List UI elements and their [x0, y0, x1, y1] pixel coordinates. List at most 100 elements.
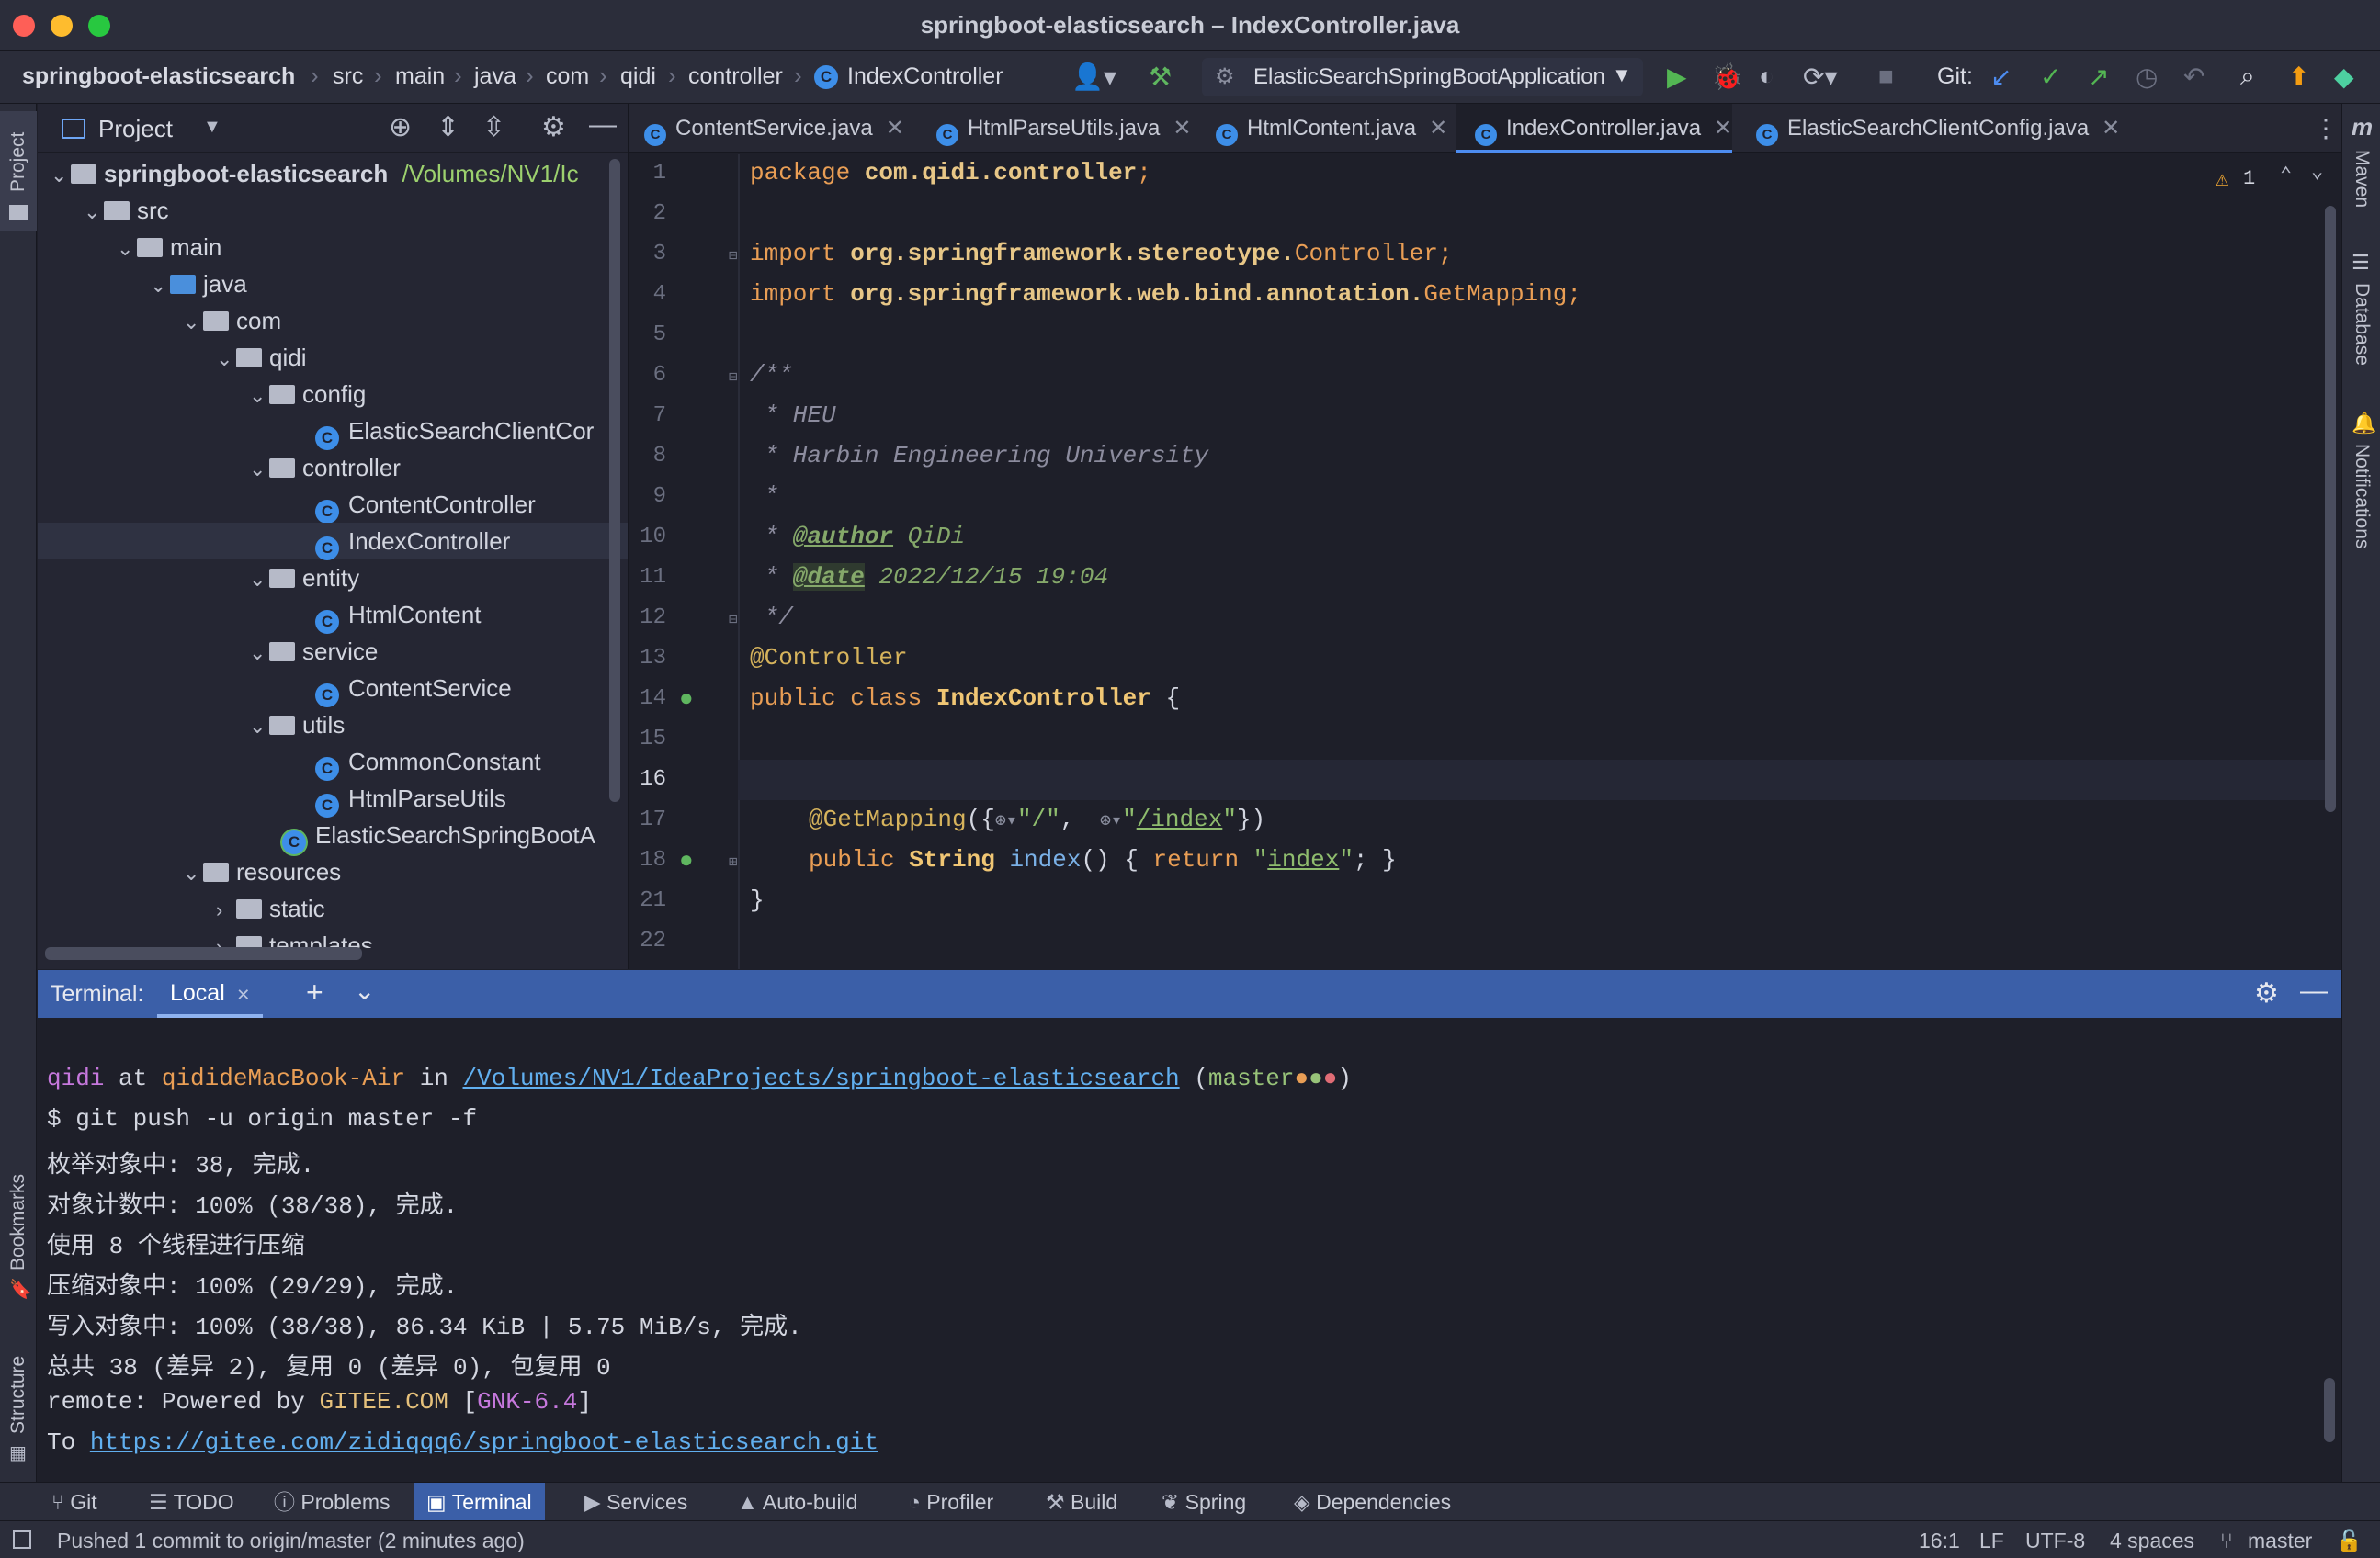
breadcrumb-indexcontroller[interactable]: IndexController — [847, 63, 1003, 90]
git-commit-icon[interactable]: ✓ — [2040, 62, 2061, 92]
line-separator[interactable]: LF — [1979, 1529, 2004, 1553]
tool-dependencies[interactable]: ◈ Dependencies — [1294, 1483, 1451, 1521]
gear-icon[interactable]: ⚙ — [541, 111, 566, 143]
chevron-down-icon[interactable]: ⌄ — [51, 158, 71, 193]
project-vertical-scrollbar[interactable] — [609, 159, 620, 802]
tool-auto-build[interactable]: ▲ Auto-build — [737, 1483, 857, 1521]
tree-item-resources[interactable]: ⌄ resources — [183, 854, 341, 889]
tool-terminal[interactable]: ▣ Terminal — [414, 1483, 545, 1521]
chevron-down-icon[interactable]: ⌄ — [249, 452, 269, 487]
hide-panel-icon[interactable]: — — [2300, 976, 2328, 1007]
chevron-down-icon[interactable]: ⌄ — [150, 268, 170, 303]
next-highlight-icon[interactable]: ⌄ — [2311, 160, 2323, 184]
status-message[interactable]: Pushed 1 commit to origin/master (2 minu… — [57, 1529, 525, 1553]
previous-highlight-icon[interactable]: ⌃ — [2280, 164, 2292, 187]
tree-item-elasticsearchspringbootapplication[interactable]: C ElasticSearchSpringBootA — [282, 818, 595, 854]
expand-all-icon[interactable]: ⇕ — [436, 111, 459, 143]
chevron-right-icon[interactable]: › — [216, 893, 236, 928]
project-tool-button[interactable]: Project — [0, 111, 37, 231]
maven-tool-button[interactable]: Maven — [2351, 150, 2373, 208]
database-tool-button[interactable]: Database — [2351, 283, 2373, 366]
tree-item-contentservice[interactable]: C ContentService — [315, 671, 512, 707]
tab-elasticsearchclientconfig[interactable]: C ElasticSearchClientConfig.java ✕ — [1756, 104, 2133, 153]
stop-icon[interactable]: ■ — [1878, 62, 1894, 91]
breadcrumb-qidi[interactable]: qidi — [620, 63, 656, 90]
search-icon[interactable]: ⌕ — [2240, 62, 2255, 92]
chevron-down-icon[interactable]: ⌄ — [183, 856, 203, 891]
git-history-icon[interactable]: ◷ — [2136, 62, 2158, 92]
tree-item-htmlparseutils[interactable]: C HtmlParseUtils — [315, 781, 506, 818]
coverage-icon[interactable]: ◐ — [1759, 62, 1774, 91]
more-tabs-icon[interactable]: ⋮ — [2313, 113, 2339, 143]
tree-root[interactable]: ⌄ springboot-elasticsearch /Volumes/NV1/I… — [51, 156, 579, 191]
breadcrumb-com[interactable]: com — [546, 63, 589, 90]
tab-contentservice[interactable]: C ContentService.java ✕ — [644, 104, 922, 153]
close-icon[interactable]: ✕ — [1173, 116, 1191, 141]
breadcrumb-java[interactable]: java — [474, 63, 516, 90]
tree-item-static[interactable]: › static — [216, 891, 325, 926]
close-icon[interactable]: ✕ — [2102, 116, 2120, 141]
editor-vertical-scrollbar[interactable] — [2325, 206, 2336, 812]
new-terminal-icon[interactable]: + — [306, 976, 323, 1010]
run-configuration-select[interactable]: ⚙ ElasticSearchSpringBootApplication ▼ — [1202, 58, 1643, 96]
tree-item-qidi[interactable]: ⌄ qidi — [216, 340, 306, 375]
project-view-select[interactable]: Project — [98, 115, 173, 143]
git-update-icon[interactable]: ↙ — [1990, 62, 2012, 92]
warning-icon[interactable]: ⚠ — [2216, 165, 2228, 193]
close-icon[interactable]: ✕ — [1714, 116, 1732, 141]
chevron-down-icon[interactable]: ⌄ — [84, 195, 104, 230]
tree-item-htmlcontent[interactable]: C HtmlContent — [315, 597, 482, 634]
tree-item-entity[interactable]: ⌄ entity — [249, 560, 359, 595]
tree-item-contentcontroller[interactable]: C ContentController — [315, 487, 536, 524]
locate-icon[interactable]: ⊕ — [389, 111, 412, 143]
profile-icon[interactable]: ⟳▾ — [1803, 62, 1838, 92]
spring-mapping-gutter-icon[interactable]: ● — [679, 847, 694, 875]
fold-icon[interactable]: ⊟ — [729, 610, 738, 628]
tool-build[interactable]: ⚒ Build — [1046, 1483, 1117, 1521]
update-icon[interactable]: ⬆ — [2288, 62, 2309, 92]
jetbrains-logo-icon[interactable]: ◆ — [2334, 62, 2354, 92]
fold-icon[interactable]: ⊞ — [729, 852, 738, 871]
tool-todo[interactable]: ☰ TODO — [149, 1483, 234, 1521]
tab-indexcontroller[interactable]: C IndexController.java ✕ — [1456, 104, 1732, 153]
tree-item-elasticsearchclientconfig[interactable]: C ElasticSearchClientCor — [315, 413, 594, 450]
notifications-tool-button[interactable]: Notifications — [2351, 444, 2373, 548]
terminal-tab-local[interactable]: Local ✕ — [157, 970, 264, 1018]
git-rollback-icon[interactable]: ↶ — [2183, 62, 2204, 92]
chevron-down-icon[interactable]: ⌄ — [249, 709, 269, 744]
chevron-down-icon[interactable]: ⌄ — [354, 976, 375, 1006]
panel-toggle-icon[interactable] — [13, 1530, 31, 1549]
debug-icon[interactable]: 🐞 — [1711, 62, 1743, 92]
tree-item-controller[interactable]: ⌄ controller — [249, 450, 401, 485]
tree-item-com[interactable]: ⌄ com — [183, 303, 281, 338]
terminal-output[interactable]: qidi at qidideMacBook-Air in /Volumes/NV… — [38, 1018, 2341, 1482]
tree-item-config[interactable]: ⌄ config — [249, 377, 366, 412]
web-link-icon[interactable]: ⊛▾ — [1089, 811, 1122, 832]
tool-git[interactable]: ⑂ Git — [51, 1483, 97, 1521]
tree-item-service[interactable]: ⌄ service — [249, 634, 378, 669]
run-icon[interactable]: ▶ — [1667, 62, 1687, 92]
project-horizontal-scrollbar[interactable] — [45, 947, 362, 960]
git-push-icon[interactable]: ↗ — [2088, 62, 2109, 92]
tool-problems[interactable]: ⓘ Problems — [274, 1483, 391, 1521]
tree-item-src[interactable]: ⌄ src — [84, 193, 169, 228]
fold-icon[interactable]: ⊟ — [729, 367, 738, 386]
file-encoding[interactable]: UTF-8 — [2025, 1529, 2085, 1553]
bookmarks-tool-button[interactable]: Bookmarks — [7, 1174, 29, 1270]
chevron-down-icon[interactable]: ⌄ — [249, 636, 269, 671]
build-hammer-icon[interactable]: ⚒ — [1149, 62, 1172, 92]
collapse-all-icon[interactable]: ⇳ — [482, 111, 505, 143]
code-editor[interactable]: 1 2 3 4 5 6 7 8 9 10 11 12 13 14 15 16 1… — [629, 154, 2341, 969]
chevron-right-icon[interactable]: › — [216, 930, 236, 948]
tab-htmlcontent[interactable]: C HtmlContent.java ✕ — [1216, 104, 1456, 153]
chevron-down-icon[interactable]: ⌄ — [117, 231, 137, 266]
chevron-down-icon[interactable]: ▼ — [203, 117, 221, 138]
tree-item-templates[interactable]: › templates — [216, 928, 373, 948]
chevron-down-icon[interactable]: ⌄ — [249, 378, 269, 413]
tab-htmlparseutils[interactable]: C HtmlParseUtils.java ✕ — [936, 104, 1221, 153]
tool-spring[interactable]: ❦ Spring — [1162, 1483, 1246, 1521]
chevron-down-icon[interactable]: ⌄ — [216, 342, 236, 377]
fold-icon[interactable]: ⊟ — [729, 246, 738, 265]
indent-setting[interactable]: 4 spaces — [2110, 1529, 2194, 1553]
close-icon[interactable]: ✕ — [236, 986, 250, 1004]
